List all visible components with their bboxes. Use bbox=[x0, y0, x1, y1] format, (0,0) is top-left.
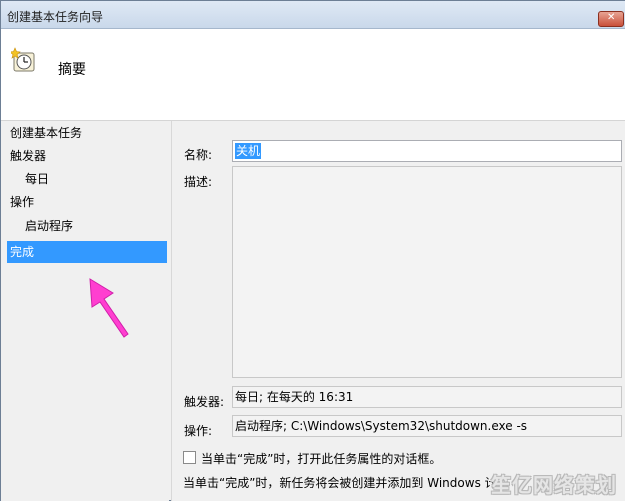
sidebar-item-create-basic-task[interactable]: 创建基本任务 bbox=[10, 122, 82, 144]
sidebar-item-finish[interactable]: 完成 bbox=[7, 241, 167, 263]
finish-info-text: 当单击“完成”时，新任务将会被创建并添加到 Windows 计划 bbox=[183, 476, 509, 490]
sidebar-item-start-program[interactable]: 启动程序 bbox=[25, 215, 73, 237]
close-icon[interactable] bbox=[598, 11, 624, 27]
name-label: 名称: bbox=[184, 148, 213, 162]
name-field[interactable]: 关机 bbox=[232, 140, 622, 162]
open-properties-label[interactable]: 当单击“完成”时，打开此任务属性的对话框。 bbox=[201, 450, 441, 467]
description-field[interactable] bbox=[232, 166, 622, 378]
window-title: 创建基本任务向导 bbox=[7, 10, 104, 24]
title-bar[interactable]: 创建基本任务向导 bbox=[1, 1, 625, 29]
open-properties-checkbox[interactable] bbox=[183, 451, 196, 464]
wizard-header: 摘要 bbox=[1, 29, 625, 121]
sidebar-item-action[interactable]: 操作 bbox=[10, 191, 34, 213]
action-label: 操作: bbox=[184, 424, 213, 438]
sidebar-item-daily[interactable]: 每日 bbox=[25, 168, 49, 190]
name-field-value: 关机 bbox=[235, 143, 262, 159]
summary-panel: 名称: 关机 描述: 触发器: 每日; 在每天的 16:31 操作: 启动程序;… bbox=[171, 121, 625, 501]
watermark-text: 笙亿网络策划 bbox=[491, 473, 617, 497]
sidebar-item-trigger[interactable]: 触发器 bbox=[10, 145, 46, 167]
pink-arrow-annotation bbox=[89, 278, 129, 338]
task-wizard-window: 创建基本任务向导 摘要 创建基本任务 触发器 每日 操作 启动程序 完成 名称:… bbox=[0, 0, 625, 501]
trigger-label: 触发器: bbox=[184, 395, 225, 409]
clock-icon bbox=[11, 47, 35, 72]
description-label: 描述: bbox=[184, 175, 213, 189]
action-summary-field[interactable]: 启动程序; C:\Windows\System32\shutdown.exe -… bbox=[232, 415, 622, 437]
trigger-summary-field[interactable]: 每日; 在每天的 16:31 bbox=[232, 386, 622, 408]
page-title: 摘要 bbox=[58, 62, 86, 78]
